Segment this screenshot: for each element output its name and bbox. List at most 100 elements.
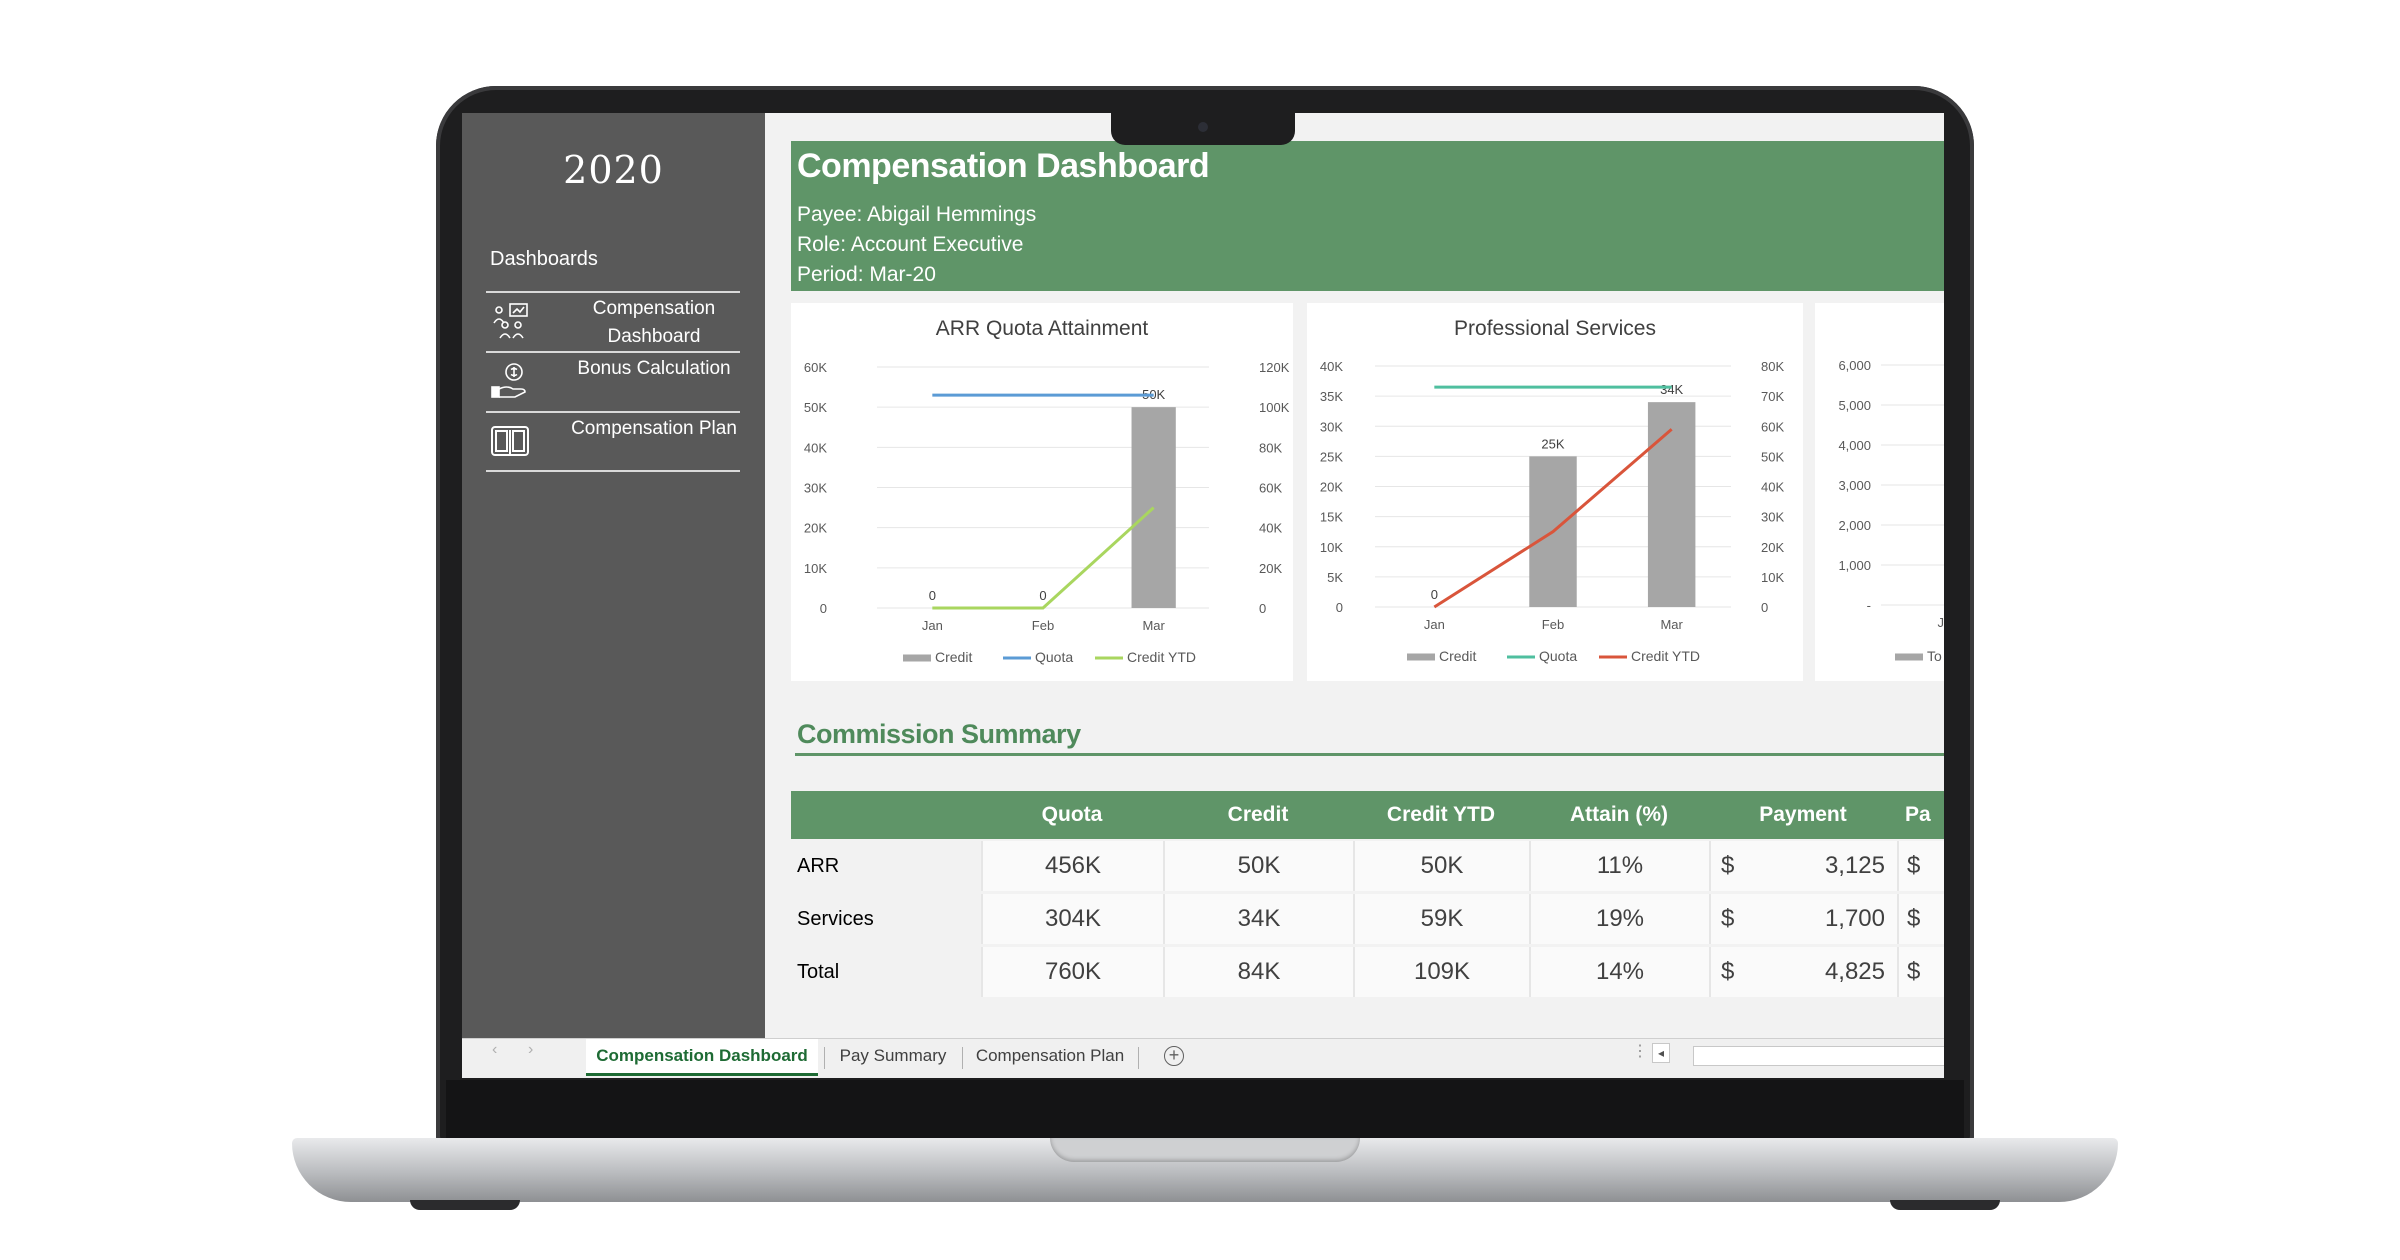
- y-right-tick-label: 60K: [1761, 419, 1784, 434]
- third-chart[interactable]: 6,000 5,000 4,000 3,000 2,000 1,000 - Jan To: [1815, 303, 1944, 681]
- y-left-tick-label: 10K: [1320, 540, 1343, 555]
- legend-label: Credit: [935, 649, 972, 665]
- sidebar-item-compensation-plan[interactable]: Compensation Plan: [486, 411, 740, 472]
- next-sheet-arrow[interactable]: ›: [528, 1041, 533, 1059]
- cell-quota[interactable]: 456K: [981, 841, 1163, 891]
- y-right-tick-label: 20K: [1761, 540, 1784, 555]
- dashboard-sheet: Compensation Dashboard Payee: Abigail He…: [765, 113, 1944, 1038]
- cell-attain[interactable]: 14%: [1529, 947, 1709, 997]
- cell-payment: 1,700: [1824, 905, 1885, 932]
- cell-quota[interactable]: 760K: [981, 947, 1163, 997]
- y-left-tick-label: 20K: [804, 521, 827, 536]
- add-sheet-button[interactable]: +: [1164, 1046, 1184, 1066]
- row-label: Total: [791, 947, 987, 997]
- legend-marker: [1507, 655, 1535, 659]
- legend-label: Credit: [1439, 648, 1476, 664]
- cell-next-bg[interactable]: [1897, 947, 1944, 997]
- laptop-foot-left: [410, 1200, 520, 1210]
- col-header-quota: Quota: [1041, 803, 1103, 826]
- open-book-icon: [490, 421, 530, 461]
- cell-next-bg[interactable]: [1897, 894, 1944, 944]
- legend-label: Quota: [1539, 648, 1577, 664]
- cell-next-symbol: $: [1907, 958, 1921, 985]
- cell-credit[interactable]: 84K: [1163, 947, 1353, 997]
- prev-sheet-arrow[interactable]: ‹: [492, 1041, 497, 1059]
- y-left-tick-label: 4,000: [1838, 438, 1871, 453]
- camera-lens: [1198, 122, 1208, 132]
- col-header-pa: Pa: [1905, 803, 1931, 826]
- x-tick-label: Jan: [1938, 615, 1944, 630]
- y-right-tick-label: 0: [1761, 600, 1768, 615]
- tab-pay-summary[interactable]: Pay Summary: [828, 1039, 958, 1073]
- y-left-tick-label: 60K: [804, 360, 827, 375]
- y-left-tick-label: 2,000: [1838, 518, 1871, 533]
- col-header-payment: Payment: [1759, 803, 1847, 826]
- x-tick-label: Mar: [1142, 618, 1165, 633]
- cell-next-symbol: $: [1907, 852, 1921, 879]
- cell-next-symbol: $: [1907, 905, 1921, 932]
- data-label: 0: [929, 588, 936, 603]
- bar: [1131, 407, 1176, 608]
- cell-credit-ytd[interactable]: 109K: [1353, 947, 1529, 997]
- legend-marker: [1003, 656, 1031, 660]
- sidebar-divider: [486, 470, 740, 472]
- cell-payment-symbol: $: [1721, 852, 1735, 879]
- third-chart-svg: 6,000 5,000 4,000 3,000 2,000 1,000 - Jan To: [1838, 358, 1944, 664]
- tab-compensation-plan[interactable]: Compensation Plan: [966, 1039, 1134, 1073]
- cell-credit[interactable]: 50K: [1163, 841, 1353, 891]
- y-left-tick-label: 50K: [804, 400, 827, 415]
- page-title: Compensation Dashboard: [797, 147, 1210, 185]
- money-hand-icon: [490, 361, 530, 401]
- sidebar: 2020 Dashboards Compensation Dashboard B…: [462, 113, 765, 1038]
- sidebar-item-label: Bonus Calculation: [577, 358, 731, 379]
- row-label: ARR: [791, 841, 987, 891]
- professional-services-chart-svg: 40K 35K 30K 25K 20K 15K 10K 5K 0 80K 70K 60K 50K 40K 3…: [1320, 359, 1785, 664]
- cell-payment-symbol: $: [1721, 905, 1735, 932]
- sheet-tab-bar: ‹ › Compensation Dashboard Pay Summary C…: [462, 1038, 1944, 1078]
- cell-credit-ytd[interactable]: 59K: [1353, 894, 1529, 944]
- scroll-left-button[interactable]: ◂: [1652, 1043, 1670, 1063]
- arr-quota-chart[interactable]: ARR Quota Attainment 60K 50K 40K 30K 20K 10K 0…: [791, 303, 1293, 681]
- horizontal-scrollbar[interactable]: [1693, 1046, 1944, 1066]
- commission-summary-title: Commission Summary: [797, 719, 1081, 749]
- data-label: 0: [1039, 588, 1046, 603]
- col-header-credit-ytd: Credit YTD: [1386, 803, 1496, 826]
- cell-attain[interactable]: 11%: [1529, 841, 1709, 891]
- cell-quota[interactable]: 304K: [981, 894, 1163, 944]
- sidebar-item-label: Compensation Dashboard: [592, 298, 716, 347]
- dashboards-heading: Dashboards: [490, 248, 598, 270]
- sidebar-item-bonus-calculation[interactable]: Bonus Calculation: [486, 351, 740, 412]
- cell-payment: 4,825: [1824, 958, 1885, 985]
- y-right-tick-label: 100K: [1259, 400, 1290, 415]
- cell-credit[interactable]: 34K: [1163, 894, 1353, 944]
- bar: [1647, 402, 1696, 607]
- y-right-tick-label: 40K: [1761, 480, 1784, 495]
- y-left-tick-label: 6,000: [1838, 358, 1871, 373]
- y-right-tick-label: 10K: [1761, 570, 1784, 585]
- x-tick-label: Feb: [1542, 617, 1564, 632]
- section-divider: [795, 753, 1944, 756]
- tab-compensation-dashboard[interactable]: Compensation Dashboard: [586, 1039, 818, 1076]
- sidebar-item-compensation-dashboard[interactable]: Compensation Dashboard: [486, 291, 740, 352]
- tab-separator: [824, 1047, 825, 1069]
- laptop-foot-right: [1890, 1200, 2000, 1210]
- tab-separator: [1138, 1047, 1139, 1069]
- cell-attain[interactable]: 19%: [1529, 894, 1709, 944]
- y-left-tick-label: 15K: [1320, 510, 1343, 525]
- cell-next-bg[interactable]: [1897, 841, 1944, 891]
- y-right-tick-label: 80K: [1259, 440, 1282, 455]
- table-header-row: Quota Credit Credit YTD Attain (%) Payme…: [791, 791, 1944, 839]
- professional-services-chart[interactable]: Professional Services 40K 35K 30K 25K 20K 15K…: [1307, 303, 1803, 681]
- legend-marker: [1407, 653, 1435, 661]
- year-title: 2020: [563, 148, 664, 192]
- y-left-tick-label: 10K: [804, 561, 827, 576]
- y-left-tick-label: 3,000: [1838, 478, 1871, 493]
- cell-credit-ytd[interactable]: 50K: [1353, 841, 1529, 891]
- legend-label: Quota: [1035, 649, 1073, 665]
- x-tick-label: Feb: [1032, 618, 1054, 633]
- laptop-bezel: [446, 1080, 1964, 1140]
- sidebar-item-label: Compensation Plan: [571, 418, 737, 439]
- y-left-tick-label: 0: [1336, 600, 1343, 615]
- y-right-tick-label: 40K: [1259, 521, 1282, 536]
- tab-split-handle[interactable]: ⋮: [1632, 1041, 1648, 1061]
